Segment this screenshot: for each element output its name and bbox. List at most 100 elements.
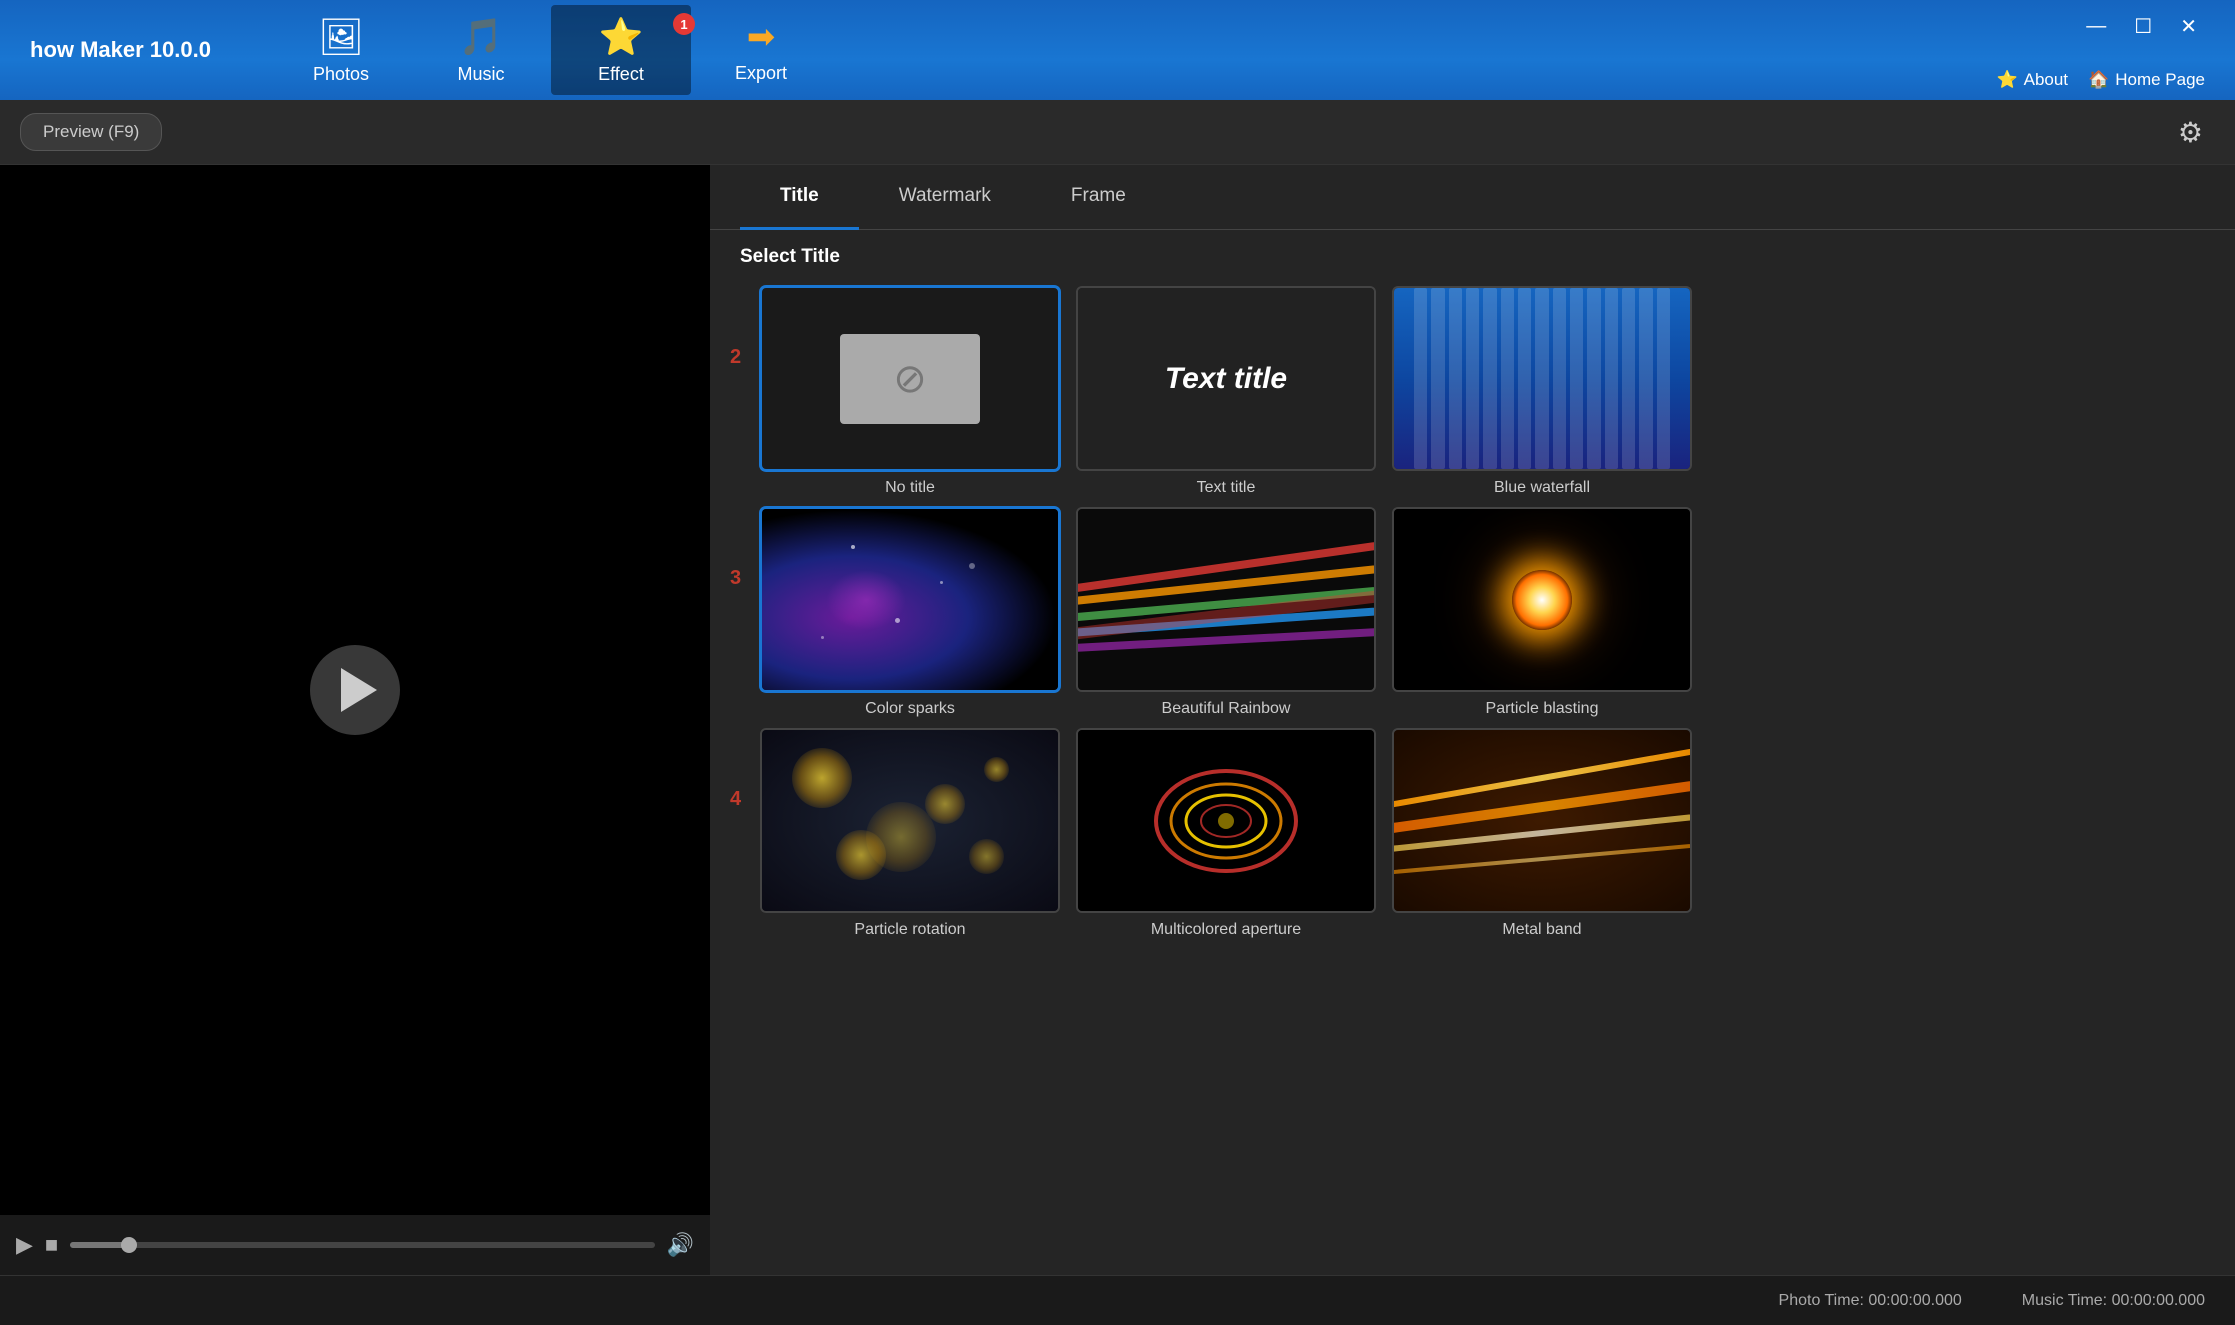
volume-icon[interactable]: 🔊 <box>667 1232 694 1258</box>
metal-band-item[interactable]: Metal band <box>1392 728 1692 939</box>
spark-4 <box>821 636 824 639</box>
music-label: Music <box>457 64 504 85</box>
music-icon: 🎵 <box>459 16 504 58</box>
particle-rotation-item[interactable]: Particle rotation <box>760 728 1060 939</box>
tabs: Title Watermark Frame <box>710 165 2235 230</box>
particle-blasting-item[interactable]: Particle blasting <box>1392 507 1692 718</box>
win-controls: — ☐ ✕ <box>1996 0 2215 43</box>
titlebar-right: — ☐ ✕ ⭐ About 🏠 Home Page <box>1996 0 2215 100</box>
video-area <box>0 165 710 1215</box>
progress-bar[interactable] <box>70 1242 654 1248</box>
music-time-value: 00:00:00.000 <box>2112 1292 2205 1309</box>
no-title-label: No title <box>885 479 935 497</box>
blast-center <box>1512 570 1572 630</box>
aperture-thumb[interactable] <box>1076 728 1376 913</box>
bw-line-5 <box>1483 288 1496 469</box>
beautiful-rainbow-item[interactable]: Beautiful Rainbow <box>1076 507 1376 718</box>
photos-button[interactable]: 🖼 Photos <box>271 5 411 95</box>
particle-blast-inner <box>1394 509 1690 690</box>
no-title-thumb[interactable]: ⊘ <box>760 286 1060 471</box>
progress-thumb[interactable] <box>121 1237 137 1253</box>
spark-2 <box>940 581 943 584</box>
aperture-svg <box>1126 751 1326 891</box>
no-title-slash-icon: ⊘ <box>893 356 927 402</box>
about-link[interactable]: ⭐ About <box>1996 70 2068 90</box>
row-2-number: 2 <box>730 286 760 369</box>
minimize-button[interactable]: — <box>2078 11 2114 42</box>
color-sparks-item[interactable]: Color sparks <box>760 507 1060 718</box>
blue-waterfall-item[interactable]: Blue waterfall <box>1392 286 1692 497</box>
bw-line-4 <box>1466 288 1479 469</box>
text-title-text: Text title <box>1165 362 1287 396</box>
particle-rotation-inner <box>762 730 1058 911</box>
spark-1 <box>851 545 855 549</box>
tab-frame[interactable]: Frame <box>1031 165 1166 230</box>
bw-line-9 <box>1553 288 1566 469</box>
aperture-label: Multicolored aperture <box>1151 921 1301 939</box>
music-button[interactable]: 🎵 Music <box>411 5 551 95</box>
play-triangle-icon <box>341 668 377 712</box>
tab-title[interactable]: Title <box>740 165 859 230</box>
settings-button[interactable]: ⚙ <box>2166 110 2215 155</box>
color-sparks-inner <box>762 509 1058 690</box>
video-panel: ▶ ■ 🔊 <box>0 165 710 1275</box>
homepage-link[interactable]: 🏠 Home Page <box>2088 70 2205 90</box>
row-4-number: 4 <box>730 728 760 811</box>
effect-label: Effect <box>598 64 644 85</box>
rainbow-label: Beautiful Rainbow <box>1162 700 1291 718</box>
export-label: Export <box>735 63 787 84</box>
metal-band-thumb[interactable] <box>1392 728 1692 913</box>
bw-line-14 <box>1639 288 1652 469</box>
close-button[interactable]: ✕ <box>2172 10 2205 43</box>
titlebar: how Maker 10.0.0 🖼 Photos 🎵 Music ⭐ Effe… <box>0 0 2235 100</box>
effect-button[interactable]: ⭐ Effect 1 <box>551 5 691 95</box>
tab-watermark[interactable]: Watermark <box>859 165 1031 230</box>
bw-line-3 <box>1449 288 1462 469</box>
color-sparks-thumb[interactable] <box>760 507 1060 692</box>
text-title-inner: Text title <box>1078 288 1374 469</box>
blue-waterfall-thumb[interactable] <box>1392 286 1692 471</box>
text-title-thumb[interactable]: Text title <box>1076 286 1376 471</box>
bokeh-6 <box>866 802 936 872</box>
about-star-icon: ⭐ <box>1996 70 2017 90</box>
statusbar: Photo Time: 00:00:00.000 Music Time: 00:… <box>0 1275 2235 1325</box>
photo-time-status: Photo Time: 00:00:00.000 <box>1779 1292 1962 1310</box>
row-2: 2 ⊘ No title Text title <box>730 286 2215 497</box>
preview-button[interactable]: Preview (F9) <box>20 113 162 151</box>
bw-line-1 <box>1414 288 1427 469</box>
bw-line-15 <box>1657 288 1670 469</box>
particle-rotation-thumb[interactable] <box>760 728 1060 913</box>
effect-icon: ⭐ <box>599 16 644 58</box>
blue-waterfall-inner <box>1394 288 1690 469</box>
music-time-status: Music Time: 00:00:00.000 <box>2022 1292 2205 1310</box>
grid-container: 2 ⊘ No title Text title <box>710 276 2235 1275</box>
app-title: how Maker 10.0.0 <box>30 37 211 63</box>
play-button[interactable] <box>310 645 400 735</box>
multicolored-aperture-item[interactable]: Multicolored aperture <box>1076 728 1376 939</box>
play-control-button[interactable]: ▶ <box>16 1232 33 1258</box>
bw-lines <box>1394 288 1690 469</box>
mb-wave-4 <box>1394 831 1690 887</box>
export-icon: ➡ <box>747 17 776 57</box>
maximize-button[interactable]: ☐ <box>2126 10 2160 43</box>
about-homepage: ⭐ About 🏠 Home Page <box>1996 70 2215 100</box>
main-content: ▶ ■ 🔊 Title Watermark Frame Select Title… <box>0 165 2235 1275</box>
metal-band-label: Metal band <box>1502 921 1581 939</box>
color-sparks-label: Color sparks <box>865 700 955 718</box>
rainbow-thumb[interactable] <box>1076 507 1376 692</box>
about-label: About <box>2024 70 2068 90</box>
photo-time-label: Photo Time: <box>1779 1292 1864 1309</box>
right-panel: Title Watermark Frame Select Title 2 ⊘ <box>710 165 2235 1275</box>
bw-line-11 <box>1587 288 1600 469</box>
export-button[interactable]: ➡ Export <box>691 5 831 95</box>
particle-blast-thumb[interactable] <box>1392 507 1692 692</box>
bokeh-1 <box>792 748 852 808</box>
select-title-label: Select Title <box>710 230 2235 276</box>
stop-control-button[interactable]: ■ <box>45 1232 58 1258</box>
particle-blasting-label: Particle blasting <box>1486 700 1599 718</box>
text-title-item[interactable]: Text title Text title <box>1076 286 1376 497</box>
home-icon: 🏠 <box>2088 70 2109 90</box>
bw-line-6 <box>1501 288 1514 469</box>
no-title-item[interactable]: ⊘ No title <box>760 286 1060 497</box>
spark-glow <box>826 570 906 630</box>
